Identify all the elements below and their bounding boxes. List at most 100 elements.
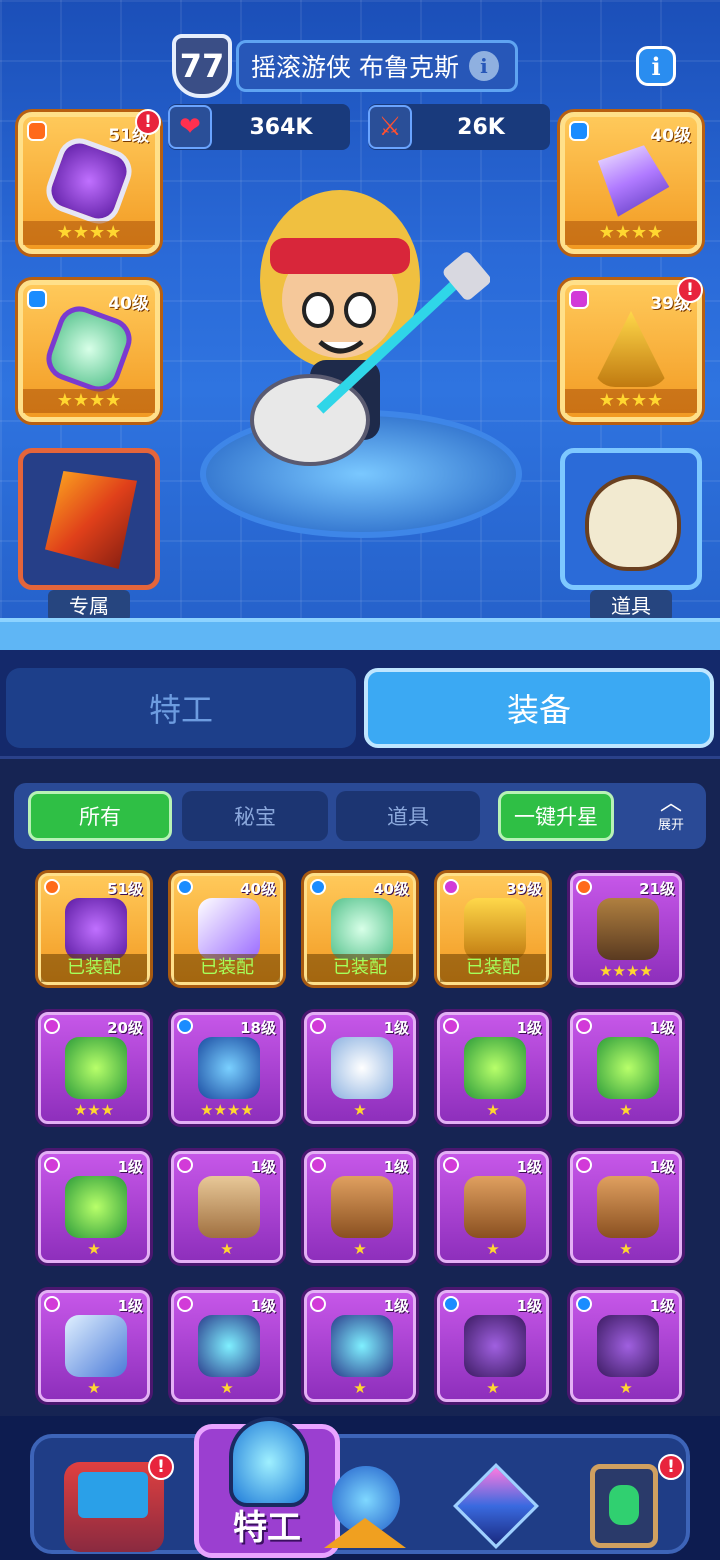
inventory-item[interactable]: 1级 ★ [437,1290,549,1402]
purple-orb-icon [40,132,138,230]
rarity-badge-icon [177,1018,193,1034]
item-level: 40级 [373,880,409,898]
filter-all[interactable]: 所有 [28,791,172,841]
item-stars: ★ [486,1240,500,1258]
item-icon [331,898,393,960]
planet-stand-icon [324,1518,406,1548]
cube-icon [453,1463,539,1549]
item-level: 1级 [117,1297,143,1315]
pyramid-icon [593,311,669,387]
equipped-label: 已装配 [440,954,546,982]
equip-slot-left-1[interactable]: 51级 ★★★★ ! [18,109,161,254]
nav-bar: ! 特工 ! [30,1417,690,1558]
rarity-badge-icon [177,1296,193,1312]
hero-name-plate[interactable]: 摇滚游侠 布鲁克斯 i [236,40,518,92]
info-icon[interactable]: i [468,51,499,81]
item-stars: ★ [353,1379,367,1397]
item-icon [597,1315,659,1377]
item-icon [331,1315,393,1377]
item-level: 51级 [107,880,143,898]
item-icon [65,898,127,960]
shield-rarity-icon [27,289,47,309]
item-stars: ★ [619,1240,633,1258]
hero-level-badge: 77 [172,34,232,98]
equipped-label: 已装配 [41,954,147,982]
item-level: 1级 [383,1297,409,1315]
expand-button[interactable]: ︿ 展开 [646,789,696,843]
inventory-item[interactable]: 1级 ★ [570,1012,682,1124]
inventory-item[interactable]: 1级 ★ [171,1290,283,1402]
nav-shop[interactable]: ! [64,1454,174,1552]
nav-device[interactable]: ! [574,1454,684,1552]
item-level: 1级 [383,1158,409,1176]
inventory-item[interactable]: 40级 已装配 [304,873,416,985]
hero-info-button[interactable]: i [636,46,676,86]
inventory-item[interactable]: 1级 ★ [38,1290,150,1402]
item-icon [198,1176,260,1238]
item-icon [198,898,260,960]
equip-slot-left-2[interactable]: 40级 ★★★★ [18,280,160,422]
nav-cube[interactable] [444,1462,544,1552]
filter-items[interactable]: 道具 [336,791,480,841]
item-icon [464,1315,526,1377]
hero-name: 摇滚游侠 布鲁克斯 [251,53,459,82]
inventory-item[interactable]: 1级 ★ [171,1151,283,1263]
inventory-item[interactable]: 21级 ★★★★ [570,873,682,985]
hp-stat: ❤ 364K [168,104,350,150]
inventory-item[interactable]: 1级 ★ [304,1290,416,1402]
rarity-badge-icon [310,1157,326,1173]
equip-slot-right-2[interactable]: 39级 ★★★★ ! [560,277,703,422]
pouch-icon [585,475,681,571]
device-icon [590,1464,658,1548]
inventory-item[interactable]: 1级 ★ [570,1151,682,1263]
tab-agent[interactable]: 特工 [6,668,356,748]
rarity-badge-icon [576,1296,592,1312]
inventory-item[interactable]: 1级 ★ [437,1151,549,1263]
item-level: 1级 [383,1019,409,1037]
item-level: 1级 [117,1158,143,1176]
nav-planet[interactable] [314,1462,414,1552]
rarity-badge-icon [443,879,459,895]
item-slot[interactable] [560,448,702,590]
hero-panel: 77 摇滚游侠 布鲁克斯 i i ❤ 364K ⚔ 26K 51级 ★★★★ !… [0,0,720,650]
item-icon [597,1176,659,1238]
item-stars: ★ [353,1240,367,1258]
exclusive-slot[interactable] [18,448,160,590]
rarity-badge-icon [310,1018,326,1034]
item-stars: ★ [87,1240,101,1258]
tab-equipment[interactable]: 装备 [364,668,714,748]
upgrade-all-button[interactable]: 一键升星 [498,791,614,841]
item-level: 1级 [516,1297,542,1315]
shield-rarity-icon [569,121,589,141]
inventory-item[interactable]: 20级 ★★★ [38,1012,150,1124]
rarity-badge-icon [44,879,60,895]
inventory-item[interactable]: 51级已装配 [38,873,150,985]
attack-value: 26K [457,114,505,140]
inventory-item[interactable]: 18级 ★★★★ [171,1012,283,1124]
rarity-badge-icon [443,1018,459,1034]
inventory-item[interactable]: 1级 ★ [304,1012,416,1124]
item-icon [464,1037,526,1099]
item-icon [331,1037,393,1099]
item-icon [597,898,659,960]
item-level: 1级 [649,1297,675,1315]
main-tabs: 特工 装备 [0,650,720,756]
inventory-item[interactable]: 39级 已装配 [437,873,549,985]
filter-treasure[interactable]: 秘宝 [182,791,328,841]
inventory-item[interactable]: 1级 ★ [38,1151,150,1263]
inventory-item[interactable]: 1级 ★ [304,1151,416,1263]
inventory-item[interactable]: 1级 ★ [437,1012,549,1124]
item-stars: ★ [619,1379,633,1397]
hp-value: 364K [249,114,313,140]
item-stars: ★★★★ [599,962,653,980]
inventory-item[interactable]: 40级 已装配 [171,873,283,985]
item-icon [597,1037,659,1099]
equip-slot-right-1[interactable]: 40级 ★★★★ [560,112,702,254]
inventory-item[interactable]: 1级 ★ [570,1290,682,1402]
crystal-icon [582,132,679,229]
slot-stars: ★★★★ [565,389,697,413]
item-icon [65,1037,127,1099]
agent-helmet-icon [229,1417,309,1507]
hero-character [250,190,490,466]
alert-icon: ! [677,277,703,303]
